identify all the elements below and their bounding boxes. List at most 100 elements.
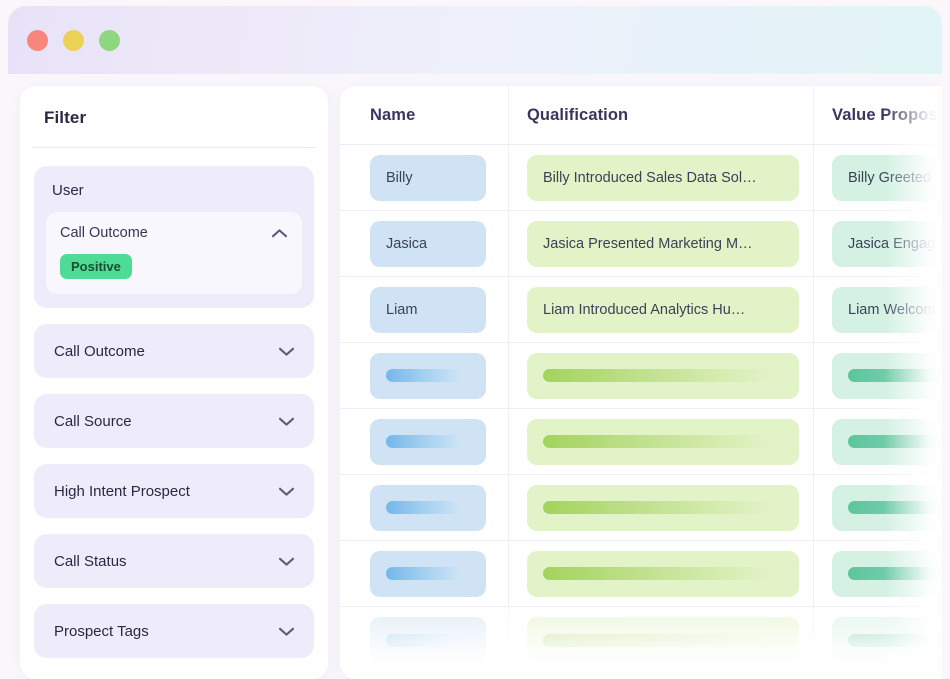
- table-row-placeholder: [340, 607, 942, 673]
- facet-label: Call Outcome: [54, 343, 145, 360]
- qualification-chip[interactable]: Billy Introduced Sales Data Sol…: [527, 155, 799, 201]
- table-row[interactable]: Liam Liam Introduced Analytics Hu… Liam …: [340, 277, 942, 343]
- table-header-row: Name Qualification Value Proposition: [340, 86, 942, 145]
- qualification-chip[interactable]: Jasica Presented Marketing M…: [527, 221, 799, 267]
- cell-qualification: [508, 541, 813, 606]
- skeleton-bar: [543, 567, 773, 580]
- cell-value-proposition: [813, 475, 942, 540]
- column-header-value-proposition[interactable]: Value Proposition: [813, 86, 942, 144]
- data-table: Name Qualification Value Proposition Bil…: [340, 86, 942, 673]
- cell-name: [340, 409, 508, 474]
- name-chip-skeleton: [370, 617, 486, 663]
- qualification-chip[interactable]: Liam Introduced Analytics Hu…: [527, 287, 799, 333]
- table-row-placeholder: [340, 343, 942, 409]
- cell-qualification: [508, 607, 813, 673]
- minimize-window-button[interactable]: [63, 30, 84, 51]
- traffic-light-group: [27, 30, 120, 51]
- sidebar-facet-call-outcome[interactable]: Call Outcome: [34, 324, 314, 378]
- cell-qualification: Liam Introduced Analytics Hu…: [508, 277, 813, 342]
- qualification-chip-skeleton: [527, 485, 799, 531]
- name-chip-skeleton: [370, 485, 486, 531]
- value-proposition-chip-skeleton: [832, 353, 942, 399]
- cell-name: Liam: [340, 277, 508, 342]
- skeleton-bar: [848, 435, 942, 448]
- chevron-down-icon[interactable]: [278, 416, 295, 427]
- sidebar-facet-prospect-tags[interactable]: Prospect Tags: [34, 604, 314, 658]
- cell-qualification: [508, 343, 813, 408]
- skeleton-bar: [386, 634, 460, 647]
- value-proposition-chip[interactable]: Liam Welcom: [832, 287, 942, 333]
- cell-value-proposition: [813, 541, 942, 606]
- chevron-down-icon[interactable]: [278, 346, 295, 357]
- window-titlebar: [8, 6, 942, 74]
- name-chip-skeleton: [370, 419, 486, 465]
- qualification-chip-skeleton: [527, 353, 799, 399]
- name-chip[interactable]: Liam: [370, 287, 486, 333]
- chevron-down-icon[interactable]: [278, 486, 295, 497]
- cell-qualification: Jasica Presented Marketing M…: [508, 211, 813, 276]
- cell-qualification: [508, 409, 813, 474]
- chevron-down-icon[interactable]: [278, 626, 295, 637]
- cell-qualification: Billy Introduced Sales Data Sol…: [508, 145, 813, 210]
- qualification-chip-skeleton: [527, 419, 799, 465]
- value-proposition-chip[interactable]: Jasica Engag: [832, 221, 942, 267]
- table-row[interactable]: Jasica Jasica Presented Marketing M… Jas…: [340, 211, 942, 277]
- sidebar-facet-call-status[interactable]: Call Status: [34, 534, 314, 588]
- skeleton-bar: [543, 435, 773, 448]
- name-chip-skeleton: [370, 551, 486, 597]
- cell-value-proposition: [813, 409, 942, 474]
- cell-name: [340, 343, 508, 408]
- facet-label: Prospect Tags: [54, 623, 149, 640]
- column-header-label: Name: [370, 106, 415, 125]
- chevron-up-icon[interactable]: [271, 228, 288, 239]
- sidebar-facet-high-intent-prospect[interactable]: High Intent Prospect: [34, 464, 314, 518]
- column-header-label: Value Proposition: [832, 106, 942, 125]
- window-body: Filter User Call Outcome Positive Call O…: [8, 74, 942, 679]
- app-window: Filter User Call Outcome Positive Call O…: [8, 6, 942, 679]
- facet-label: Call Status: [54, 553, 127, 570]
- skeleton-bar: [386, 435, 460, 448]
- column-header-label: Qualification: [527, 106, 628, 125]
- skeleton-bar: [848, 369, 942, 382]
- skeleton-bar: [543, 501, 773, 514]
- close-window-button[interactable]: [27, 30, 48, 51]
- facet-header[interactable]: Call Outcome: [60, 225, 288, 241]
- table-row-placeholder: [340, 475, 942, 541]
- chevron-down-icon[interactable]: [278, 556, 295, 567]
- cell-value-proposition: [813, 607, 942, 673]
- skeleton-bar: [543, 369, 773, 382]
- table-row-placeholder: [340, 409, 942, 475]
- cell-name: Billy: [340, 145, 508, 210]
- name-chip[interactable]: Jasica: [370, 221, 486, 267]
- maximize-window-button[interactable]: [99, 30, 120, 51]
- value-proposition-chip[interactable]: Billy Greeted: [832, 155, 942, 201]
- value-proposition-chip-skeleton: [832, 551, 942, 597]
- qualification-chip-skeleton: [527, 617, 799, 663]
- qualification-chip-skeleton: [527, 551, 799, 597]
- table-row[interactable]: Billy Billy Introduced Sales Data Sol… B…: [340, 145, 942, 211]
- sidebar-facet-call-source[interactable]: Call Source: [34, 394, 314, 448]
- cell-name: [340, 475, 508, 540]
- cell-value-proposition: Liam Welcom: [813, 277, 942, 342]
- skeleton-bar: [386, 501, 460, 514]
- status-badge-positive[interactable]: Positive: [60, 254, 132, 279]
- skeleton-bar: [543, 634, 773, 647]
- facet-call-outcome-expanded: Call Outcome Positive: [46, 212, 302, 294]
- column-header-qualification[interactable]: Qualification: [508, 86, 813, 144]
- name-chip-skeleton: [370, 353, 486, 399]
- value-proposition-chip-skeleton: [832, 419, 942, 465]
- data-table-card: Name Qualification Value Proposition Bil…: [340, 86, 942, 679]
- skeleton-bar: [386, 369, 460, 382]
- cell-qualification: [508, 475, 813, 540]
- cell-value-proposition: [813, 343, 942, 408]
- skeleton-bar: [848, 567, 942, 580]
- cell-name: Jasica: [340, 211, 508, 276]
- value-proposition-chip-skeleton: [832, 485, 942, 531]
- skeleton-bar: [848, 501, 942, 514]
- cell-value-proposition: Billy Greeted: [813, 145, 942, 210]
- filter-title-divider: [32, 147, 316, 148]
- column-header-name[interactable]: Name: [340, 86, 508, 144]
- filter-panel-title: Filter: [20, 86, 328, 147]
- facet-label: Call Outcome: [60, 225, 148, 241]
- name-chip[interactable]: Billy: [370, 155, 486, 201]
